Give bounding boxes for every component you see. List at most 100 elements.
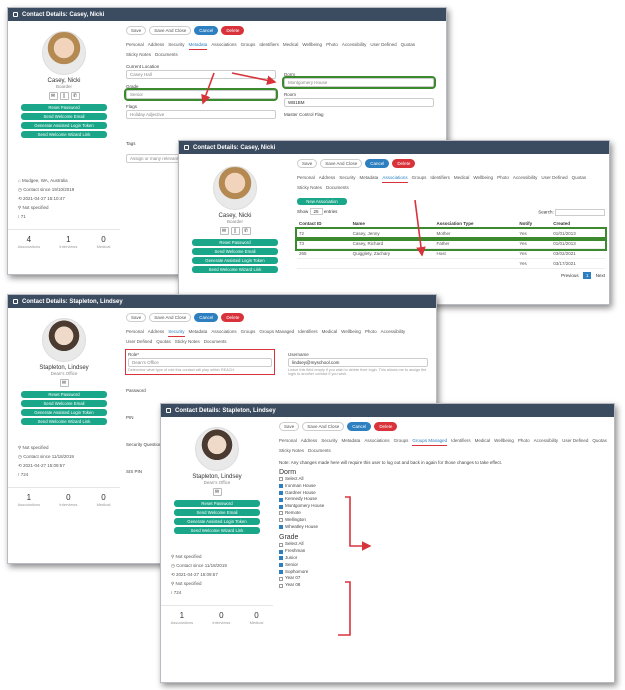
cancel-button[interactable]: Cancel (194, 26, 219, 35)
grade-checkbox-item[interactable]: Year 08 (279, 582, 610, 589)
send-welcome-email-button[interactable]: Send Welcome Email (21, 400, 107, 407)
dorm-checkbox-item[interactable]: Wellington (279, 517, 610, 524)
grade-checkbox-item[interactable]: Year 07 (279, 575, 610, 582)
checkbox-icon[interactable] (279, 477, 283, 482)
checkbox-icon[interactable] (279, 569, 283, 574)
tab-medical[interactable]: Medical (283, 40, 299, 50)
checkbox-icon[interactable] (279, 583, 283, 588)
dorm-checkbox-item[interactable]: Gardner House (279, 490, 610, 497)
table-row[interactable]: 265 Quigglety, Zachary Host Yes 03/02/2021 (297, 248, 605, 259)
page-1-button[interactable]: 1 (582, 272, 592, 279)
prev-page-button[interactable]: Previous (561, 273, 579, 278)
tab-security[interactable]: Security (168, 40, 184, 50)
call-icon[interactable]: ✆ (70, 92, 80, 100)
col-created[interactable]: Created (551, 219, 605, 229)
generate-login-token-button[interactable]: Generate Assisted Login Token (21, 409, 107, 416)
tab-associations[interactable]: Associations (211, 327, 236, 337)
search-input[interactable] (555, 209, 605, 216)
grade-checkbox-item[interactable]: Select All (279, 541, 610, 548)
tab-identifiers[interactable]: Identifiers (451, 436, 471, 446)
cancel-button[interactable]: Cancel (347, 422, 372, 431)
col-contact-id[interactable]: Contact ID (297, 219, 351, 229)
tab-sticky-notes[interactable]: Sticky Notes (279, 446, 304, 455)
table-row[interactable]: 72 Casey, Jenny Mother Yes 01/01/2013 (295, 226, 607, 241)
tab-photo[interactable]: Photo (497, 173, 509, 183)
dorm-checkbox-item[interactable]: Kennedy House (279, 496, 610, 503)
tab-security[interactable]: Security (168, 327, 185, 337)
checkbox-icon[interactable] (279, 504, 283, 509)
room-input[interactable]: WB1BM (284, 98, 434, 107)
grade-checkbox-item[interactable]: Junior (279, 555, 610, 562)
tab-documents[interactable]: Documents (204, 337, 227, 346)
send-welcome-email-button[interactable]: Send Welcome Email (192, 248, 278, 255)
checkbox-icon[interactable] (279, 497, 283, 502)
tab-associations[interactable]: Associations (382, 173, 408, 183)
tab-sticky-notes[interactable]: Sticky Notes (175, 337, 200, 346)
send-welcome-email-button[interactable]: Send Welcome Email (21, 113, 107, 120)
username-input[interactable]: lindsey@myschool.com (288, 358, 428, 367)
tab-quotas[interactable]: Quotas (592, 436, 607, 446)
send-wizard-link-button[interactable]: Send Welcome Wizard Link (21, 418, 107, 425)
phone-icon[interactable]: ▯ (230, 227, 240, 235)
entries-select[interactable]: 25 (309, 208, 323, 215)
reset-password-button[interactable]: Reset Password (21, 391, 107, 398)
tab-personal[interactable]: Personal (126, 40, 144, 50)
send-wizard-link-button[interactable]: Send Welcome Wizard Link (21, 131, 107, 138)
next-page-button[interactable]: Next (596, 273, 605, 278)
tab-metadata[interactable]: Metadata (188, 40, 208, 50)
new-association-button[interactable]: New Association (297, 198, 347, 205)
tab-personal[interactable]: Personal (126, 327, 144, 337)
save-close-button[interactable]: Save And Close (320, 159, 363, 168)
tab-medical[interactable]: Medical (454, 173, 470, 183)
reset-password-button[interactable]: Reset Password (192, 239, 278, 246)
tab-groups[interactable]: Groups (241, 40, 256, 50)
cancel-button[interactable]: Cancel (194, 313, 219, 322)
checkbox-icon[interactable] (279, 549, 283, 554)
dorm-checkbox-item[interactable]: Ironman House (279, 483, 610, 490)
tab-photo[interactable]: Photo (326, 40, 338, 50)
dorm-checkbox-item[interactable]: Remote (279, 510, 610, 517)
table-row[interactable]: Yes 03/17/2021 (297, 258, 605, 269)
tab-accessibility[interactable]: Accessibility (381, 327, 406, 337)
checkbox-icon[interactable] (279, 490, 283, 495)
delete-button[interactable]: Delete (374, 422, 398, 431)
tab-identifiers[interactable]: Identifiers (259, 40, 279, 50)
checkbox-icon[interactable] (279, 511, 283, 516)
dorm-checkbox-item[interactable]: Wheatley House (279, 524, 610, 531)
email-icon[interactable]: ✉ (48, 92, 58, 100)
dorm-checkbox-item[interactable]: Montgomery House (279, 503, 610, 510)
tab-security[interactable]: Security (339, 173, 355, 183)
tab-groups-managed[interactable]: Groups Managed (412, 436, 448, 446)
delete-button[interactable]: Delete (221, 26, 245, 35)
tab-personal[interactable]: Personal (297, 173, 315, 183)
send-welcome-email-button[interactable]: Send Welcome Email (174, 509, 260, 516)
flags-select[interactable]: Holiday Adjective (126, 110, 276, 119)
tab-groups[interactable]: Groups (412, 173, 427, 183)
grade-select[interactable]: Senior (124, 88, 278, 101)
tab-medical[interactable]: Medical (475, 436, 491, 446)
save-button[interactable]: Save (279, 422, 300, 431)
send-wizard-link-button[interactable]: Send Welcome Wizard Link (174, 527, 260, 534)
email-icon[interactable]: ✉ (219, 227, 229, 235)
tab-user-defined[interactable]: User Defined (541, 173, 567, 183)
checkbox-icon[interactable] (279, 518, 283, 523)
grade-checkbox-item[interactable]: Senior (279, 562, 610, 569)
tab-security[interactable]: Security (321, 436, 337, 446)
tab-wellbeing[interactable]: Wellbeing (494, 436, 514, 446)
delete-button[interactable]: Delete (221, 313, 245, 322)
call-icon[interactable]: ✆ (241, 227, 251, 235)
send-wizard-link-button[interactable]: Send Welcome Wizard Link (192, 266, 278, 273)
checkbox-icon[interactable] (279, 576, 283, 581)
save-close-button[interactable]: Save And Close (149, 313, 192, 322)
tab-sticky-notes[interactable]: Sticky Notes (126, 50, 151, 59)
checkbox-icon[interactable] (279, 484, 283, 489)
tab-quotas[interactable]: Quotas (401, 40, 416, 50)
role-select[interactable]: Dean's Office (128, 358, 272, 367)
save-close-button[interactable]: Save And Close (149, 26, 192, 35)
email-icon[interactable]: ✉ (212, 488, 222, 496)
col-notify[interactable]: Notify (517, 219, 552, 229)
checkbox-icon[interactable] (279, 563, 283, 568)
tab-medical[interactable]: Medical (322, 327, 338, 337)
tab-identifiers[interactable]: Identifiers (430, 173, 450, 183)
phone-icon[interactable]: ▯ (59, 92, 69, 100)
